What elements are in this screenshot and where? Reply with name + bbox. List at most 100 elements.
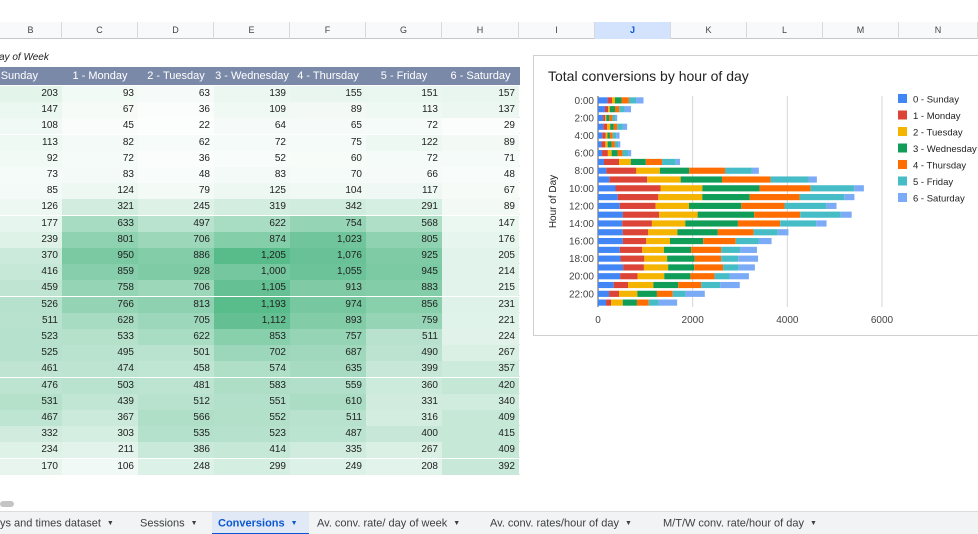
table-cell[interactable]: 89 — [290, 102, 366, 119]
table-cell[interactable]: 155 — [290, 86, 366, 102]
table-cell[interactable]: 1,076 — [290, 248, 366, 264]
table-cell[interactable]: 481 — [138, 377, 214, 394]
table-cell[interactable]: 628 — [62, 312, 138, 329]
caret-down-icon[interactable]: ▼ — [625, 520, 632, 527]
table-cell[interactable]: 125 — [214, 183, 290, 200]
sheet-tab[interactable]: ys and times dataset ▼ — [0, 512, 134, 534]
table-cell[interactable]: 83 — [62, 167, 138, 183]
table-cell[interactable]: 331 — [366, 393, 442, 410]
table-cell[interactable]: 29 — [442, 118, 519, 135]
table-cell[interactable]: 65 — [290, 118, 366, 135]
table-cell[interactable]: 1,000 — [214, 264, 290, 281]
sheet-tab[interactable]: Av. conv. rate/ day of week ▼ — [311, 512, 482, 534]
table-cell[interactable]: 467 — [0, 410, 62, 426]
table-cell[interactable]: 859 — [62, 264, 138, 281]
table-cell[interactable]: 73 — [0, 167, 62, 183]
table-cell[interactable]: 45 — [62, 118, 138, 135]
table-cell[interactable]: 706 — [138, 280, 214, 297]
table-cell[interactable]: 67 — [62, 102, 138, 119]
table-cell[interactable]: 52 — [214, 150, 290, 167]
table-cell[interactable]: 340 — [442, 393, 519, 410]
sheet-tab[interactable]: Sessions ▼ — [134, 512, 210, 534]
table-cell[interactable]: 893 — [290, 312, 366, 329]
caret-down-icon[interactable]: ▼ — [453, 520, 460, 527]
table-cell[interactable]: 139 — [214, 86, 290, 102]
table-cell[interactable]: 117 — [366, 183, 442, 200]
table-cell[interactable]: 109 — [214, 102, 290, 119]
table-cell[interactable]: 525 — [0, 345, 62, 362]
table-cell[interactable]: 108 — [0, 118, 62, 135]
table-cell[interactable]: 211 — [62, 442, 138, 459]
table-cell[interactable]: 813 — [138, 296, 214, 313]
table-cell[interactable]: 706 — [138, 231, 214, 248]
table-cell[interactable]: 1,193 — [214, 296, 290, 313]
table-cell[interactable]: 82 — [62, 134, 138, 151]
table-cell[interactable]: 321 — [62, 199, 138, 216]
table-cell[interactable]: 66 — [366, 167, 442, 183]
table-cell[interactable]: 215 — [442, 280, 519, 297]
table-cell[interactable]: 757 — [290, 329, 366, 345]
horizontal-scrollbar[interactable] — [0, 501, 14, 507]
table-cell[interactable]: 461 — [0, 361, 62, 378]
table-cell[interactable]: 48 — [442, 167, 519, 183]
table-cell[interactable]: 409 — [442, 442, 519, 459]
table-cell[interactable]: 332 — [0, 426, 62, 443]
table-cell[interactable]: 113 — [0, 134, 62, 151]
table-cell[interactable]: 89 — [442, 134, 519, 151]
table-cell[interactable]: 36 — [138, 150, 214, 167]
table-cell[interactable]: 370 — [0, 248, 62, 264]
column-header-b[interactable]: B — [0, 22, 62, 39]
table-cell[interactable]: 221 — [442, 312, 519, 329]
table-cell[interactable]: 501 — [138, 345, 214, 362]
table-cell[interactable]: 1,205 — [214, 248, 290, 264]
table-cell[interactable]: 89 — [442, 199, 519, 216]
table-cell[interactable]: 113 — [366, 102, 442, 119]
table-cell[interactable]: 62 — [138, 134, 214, 151]
table-cell[interactable]: 267 — [442, 345, 519, 362]
table-cell[interactable]: 533 — [62, 329, 138, 345]
table-cell[interactable]: 357 — [442, 361, 519, 378]
table-cell[interactable]: 72 — [366, 150, 442, 167]
table-cell[interactable]: 147 — [0, 102, 62, 119]
table-cell[interactable]: 754 — [290, 215, 366, 232]
table-cell[interactable]: 291 — [366, 199, 442, 216]
table-cell[interactable]: 531 — [0, 393, 62, 410]
table-cell[interactable]: 497 — [138, 215, 214, 232]
sheet-tab[interactable]: Av. conv. rates/hour of day ▼ — [484, 512, 655, 534]
table-cell[interactable]: 415 — [442, 426, 519, 443]
table-cell[interactable]: 702 — [214, 345, 290, 362]
table-cell[interactable]: 231 — [442, 296, 519, 313]
table-cell[interactable]: 126 — [0, 199, 62, 216]
table-cell[interactable]: 474 — [62, 361, 138, 378]
table-cell[interactable]: 72 — [214, 134, 290, 151]
table-cell[interactable]: 874 — [214, 231, 290, 248]
table-cell[interactable]: 610 — [290, 393, 366, 410]
column-header-e[interactable]: E — [214, 22, 290, 39]
table-cell[interactable]: 83 — [214, 167, 290, 183]
table-cell[interactable]: 367 — [62, 410, 138, 426]
table-cell[interactable]: 805 — [366, 231, 442, 248]
table-cell[interactable]: 409 — [442, 410, 519, 426]
table-cell[interactable]: 36 — [138, 102, 214, 119]
header-cell[interactable]: 1 - Monday — [62, 67, 138, 85]
table-cell[interactable]: 71 — [442, 150, 519, 167]
table-cell[interactable]: 104 — [290, 183, 366, 200]
table-cell[interactable]: 459 — [0, 280, 62, 297]
table-cell[interactable]: 137 — [442, 102, 519, 119]
table-cell[interactable]: 476 — [0, 377, 62, 394]
table-cell[interactable]: 458 — [138, 361, 214, 378]
table-cell[interactable]: 224 — [442, 329, 519, 345]
table-cell[interactable]: 248 — [138, 458, 214, 475]
table-cell[interactable]: 583 — [214, 377, 290, 394]
table-cell[interactable]: 151 — [366, 86, 442, 102]
table-cell[interactable]: 687 — [290, 345, 366, 362]
table-cell[interactable]: 79 — [138, 183, 214, 200]
column-header-m[interactable]: M — [823, 22, 899, 39]
table-cell[interactable]: 414 — [214, 442, 290, 459]
table-cell[interactable]: 526 — [0, 296, 62, 313]
header-cell[interactable]: 6 - Saturday — [442, 67, 519, 85]
caret-down-icon[interactable]: ▼ — [107, 520, 114, 527]
header-cell[interactable]: 3 - Wednesday — [214, 67, 290, 85]
column-header-h[interactable]: H — [442, 22, 519, 39]
table-cell[interactable]: 883 — [366, 280, 442, 297]
